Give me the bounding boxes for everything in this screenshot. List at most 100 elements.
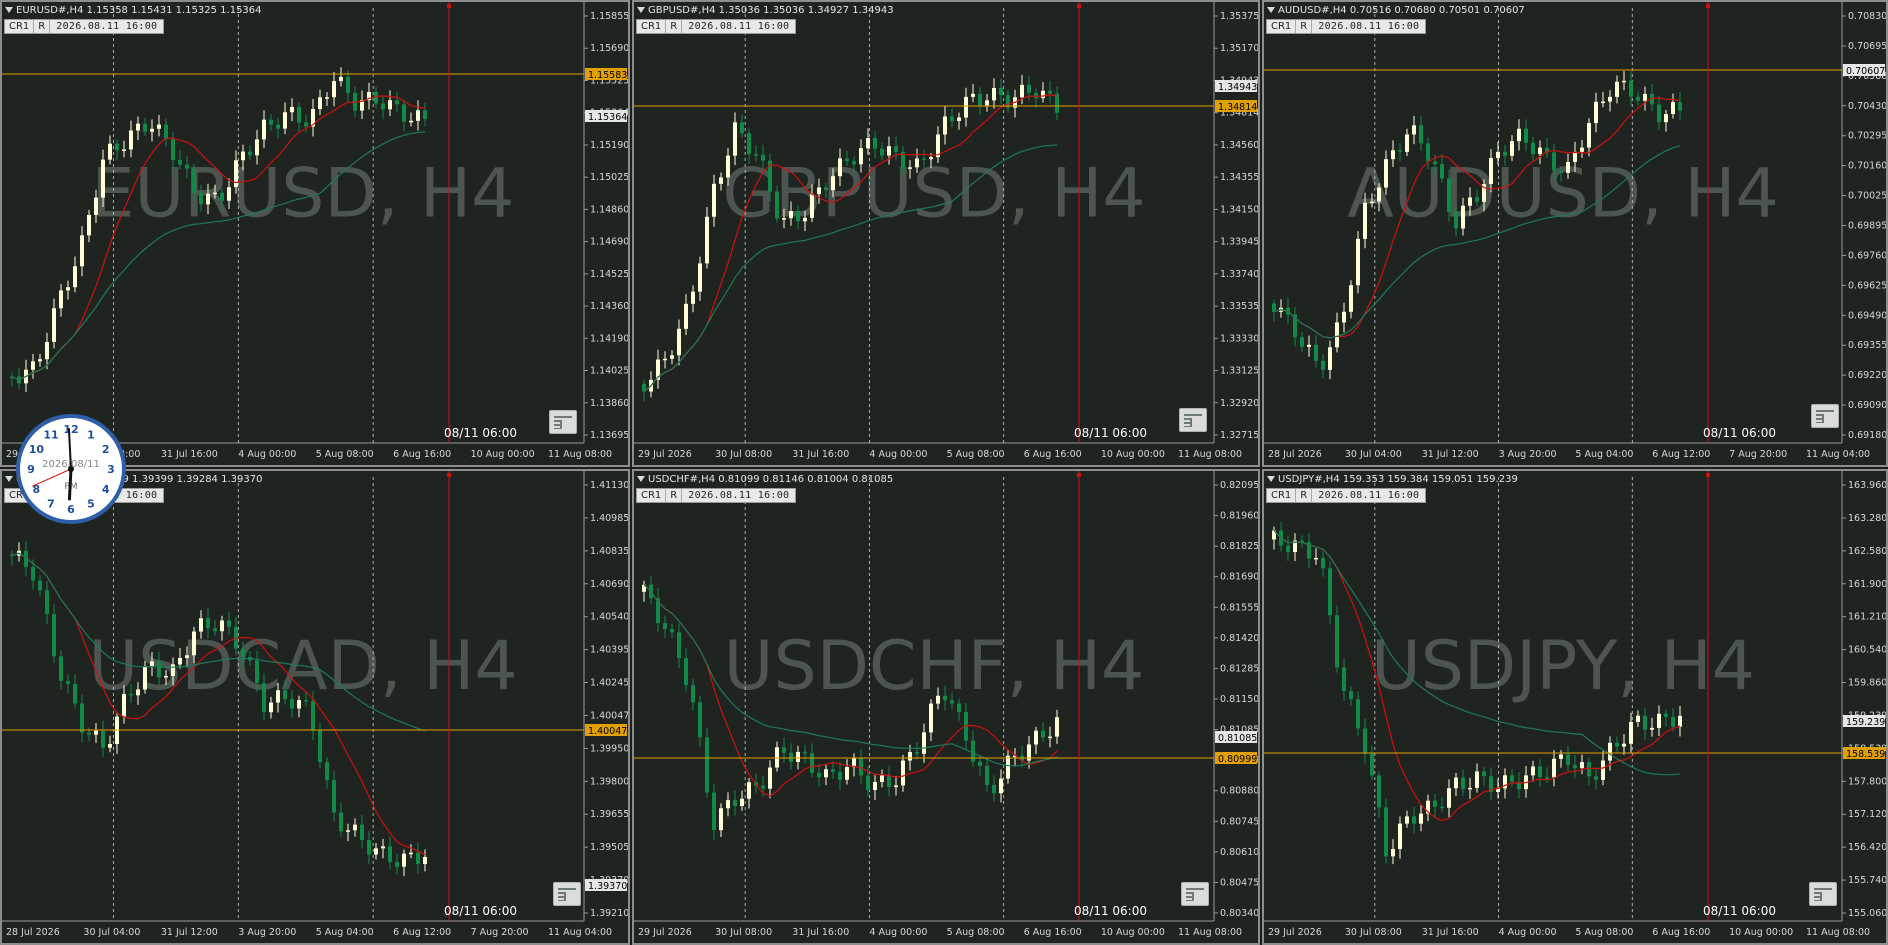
candle-body xyxy=(1538,147,1542,155)
panel-toggle-icon[interactable] xyxy=(549,410,577,434)
collapse-triangle-icon[interactable] xyxy=(637,476,645,482)
datetime-field[interactable]: 2026.08.11 16:00 xyxy=(50,20,163,33)
candle-body xyxy=(1671,716,1675,727)
datetime-field[interactable]: 2026.08.11 16:00 xyxy=(1312,20,1425,33)
candle-body xyxy=(220,620,224,632)
candle-body xyxy=(1384,807,1388,857)
cr-button[interactable]: CR1 xyxy=(1267,489,1297,502)
candle-body xyxy=(824,769,828,778)
panel-toggle-icon[interactable] xyxy=(1811,404,1839,428)
chart-canvas[interactable]: AUDUSD, H40.708300.706950.705880.704300.… xyxy=(1264,2,1886,465)
level-price-label: 1.40047 xyxy=(588,726,627,737)
collapse-triangle-icon[interactable] xyxy=(1267,7,1275,13)
candle-body xyxy=(845,767,849,780)
candle-body xyxy=(52,614,56,657)
candle-body xyxy=(712,792,716,831)
candle-body xyxy=(66,287,70,291)
datetime-field[interactable]: 2026.08.11 16:00 xyxy=(682,489,795,502)
chart-header[interactable]: GBPUSD#,H4 1.35036 1.35036 1.34927 1.349… xyxy=(637,5,894,16)
candle-body xyxy=(1482,771,1486,777)
price-tick-label: 1.14525 xyxy=(590,269,628,280)
candle-body xyxy=(929,157,933,160)
price-tick-label: 1.33125 xyxy=(1220,366,1258,377)
candle-body xyxy=(1517,128,1521,142)
candle-body xyxy=(87,732,91,735)
chart-canvas[interactable]: GBPUSD, H4 1.35375 1.35170 1.34943 1.34814 1.… xyxy=(634,2,1258,465)
cr-button[interactable]: CR1 xyxy=(1267,20,1297,33)
price-tick-label: 0.70295 xyxy=(1848,131,1886,142)
r-button[interactable]: R xyxy=(34,20,51,33)
price-tick-label: 161.210 xyxy=(1848,612,1886,623)
trade-toolbar[interactable]: CR1R2026.08.11 16:00 xyxy=(1266,488,1427,503)
candle-body xyxy=(922,732,926,754)
panel-toggle-icon[interactable] xyxy=(553,882,581,906)
panel-toggle-icon[interactable] xyxy=(1179,408,1207,432)
candle-body xyxy=(1055,717,1059,737)
time-tick-label: 4 Aug 00:00 xyxy=(1499,927,1557,938)
chart-header[interactable]: EURUSD#,H4 1.15358 1.15431 1.15325 1.153… xyxy=(5,5,262,16)
chart-canvas[interactable]: USDJPY, H4 163.960 163.280 162.580 161.900 16… xyxy=(1264,471,1886,943)
candle-body xyxy=(122,149,126,151)
candle-body xyxy=(943,695,947,701)
cr-button[interactable]: CR1 xyxy=(637,20,667,33)
trade-toolbar[interactable]: CR1R2026.08.11 16:00 xyxy=(636,488,797,503)
r-button[interactable]: R xyxy=(1296,489,1313,502)
time-tick-label: 5 Aug 08:00 xyxy=(316,449,374,460)
candle-body xyxy=(1349,691,1353,700)
chart-window-gbpusd[interactable]: GBPUSD, H4 1.35375 1.35170 1.34943 1.34814 1.… xyxy=(632,0,1260,467)
candle-body xyxy=(1657,713,1661,728)
chart-canvas[interactable]: USDCHF, H4 0.82095 0.81960 0.81825 0.81690 0.… xyxy=(634,471,1258,943)
candle-body xyxy=(1580,147,1584,152)
cursor-top-marker xyxy=(1706,473,1710,477)
price-tick-label: 0.81690 xyxy=(1220,572,1258,583)
candle-body xyxy=(1580,762,1584,769)
candle-body xyxy=(985,765,989,785)
price-tick-label: 1.34560 xyxy=(1220,140,1258,151)
cr-button[interactable]: CR1 xyxy=(5,20,35,33)
chart-window-usdchf[interactable]: USDCHF, H4 0.82095 0.81960 0.81825 0.81690 0.… xyxy=(632,469,1260,945)
chart-header[interactable]: AUDUSD#,H4 0.70516 0.70680 0.70501 0.706… xyxy=(1267,5,1525,16)
collapse-triangle-icon[interactable] xyxy=(1267,476,1275,482)
trade-toolbar[interactable]: CR1R2026.08.11 16:00 xyxy=(1266,19,1427,34)
r-button[interactable]: R xyxy=(666,489,683,502)
collapse-triangle-icon[interactable] xyxy=(637,7,645,13)
chart-window-audusd[interactable]: AUDUSD, H4 0.70830 0.70695 0.70588 0.70430 0.… xyxy=(1262,0,1888,467)
chart-window-usdjpy[interactable]: USDJPY, H4 163.960 163.280 162.580 161.900 16… xyxy=(1262,469,1888,945)
datetime-field[interactable]: 2026.08.11 16:00 xyxy=(1312,489,1425,502)
datetime-field[interactable]: 2026.08.11 16:00 xyxy=(682,20,795,33)
panel-toggle-icon[interactable] xyxy=(1181,882,1209,906)
chart-canvas[interactable]: USDCAD, H41.411301.409851.408351.406901.… xyxy=(2,471,628,943)
chart-window-eurusd[interactable]: EURUSD, H41.158551.156901.155251.153641.… xyxy=(0,0,630,467)
r-button[interactable]: R xyxy=(1296,20,1313,33)
candle-body xyxy=(213,192,217,195)
candle-body xyxy=(691,685,695,703)
candle-body xyxy=(1447,788,1451,808)
candle-body xyxy=(782,218,786,220)
analog-clock-widget[interactable]: 1212345678910112026/08/11PM xyxy=(12,410,130,528)
r-button[interactable]: R xyxy=(666,20,683,33)
candle-body xyxy=(192,168,196,194)
cr-button[interactable]: CR1 xyxy=(637,489,667,502)
candle-body xyxy=(1559,170,1563,173)
chart-header[interactable]: USDJPY#,H4 159.353 159.384 159.051 159.2… xyxy=(1267,474,1518,485)
trade-toolbar[interactable]: CR1R2026.08.11 16:00 xyxy=(636,19,797,34)
price-tick-label: 1.39505 xyxy=(590,842,628,853)
chart-header[interactable]: USDCHF#,H4 0.81099 0.81146 0.81004 0.810… xyxy=(637,474,893,485)
candle-body xyxy=(1615,81,1619,97)
candle-body xyxy=(1608,742,1612,761)
time-tick-label: 11 Aug 08:00 xyxy=(1178,927,1242,938)
candle-body xyxy=(873,782,877,790)
time-tick-label: 10 Aug 00:00 xyxy=(1729,927,1793,938)
chart-canvas[interactable]: EURUSD, H41.158551.156901.155251.153641.… xyxy=(2,2,628,465)
panel-toggle-icon[interactable] xyxy=(1809,882,1837,906)
trade-toolbar[interactable]: CR1R2026.08.11 16:00 xyxy=(4,19,165,34)
candle-body xyxy=(1391,848,1395,857)
chart-window-usdcad[interactable]: USDCAD, H4 1.41130 1.40985 1.40835 1.40690 1.… xyxy=(0,469,630,945)
price-tick-label: 0.69760 xyxy=(1848,250,1886,261)
time-tick-label: 4 Aug 00:00 xyxy=(869,449,927,460)
collapse-triangle-icon[interactable] xyxy=(5,7,13,13)
candle-body xyxy=(1300,337,1304,347)
candle-body xyxy=(206,618,210,629)
candle-body xyxy=(290,699,294,709)
candle-body xyxy=(859,757,863,776)
